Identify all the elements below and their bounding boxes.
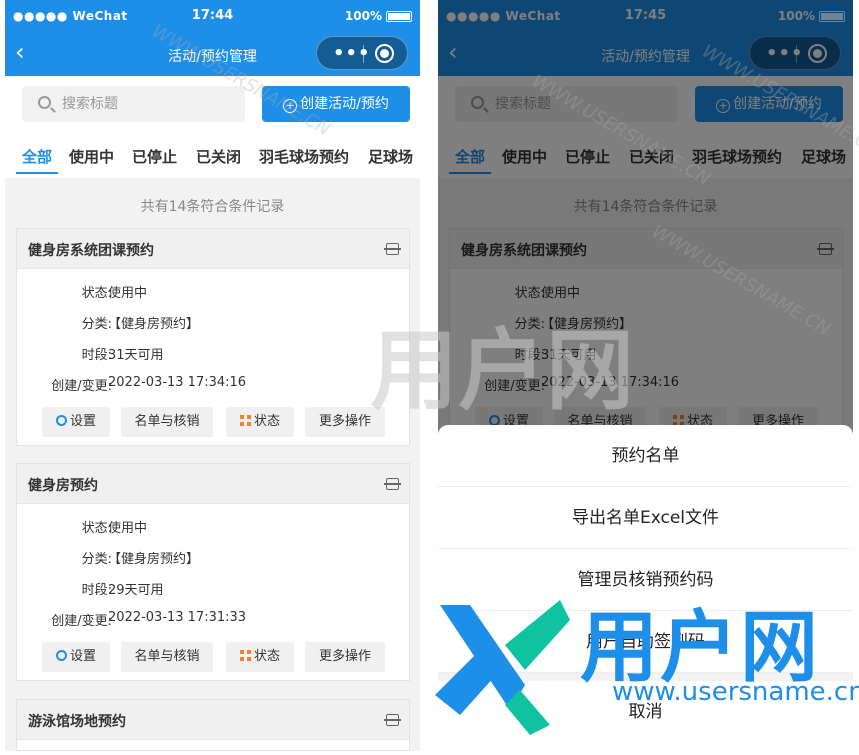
capsule-divider — [363, 45, 364, 63]
gear-icon — [55, 650, 67, 661]
updated-row: 创建/变更: 2022-03-13 17:31:33 — [17, 603, 409, 634]
sheet-divider — [438, 673, 853, 681]
create-button-label: 创建活动/预约 — [300, 96, 389, 112]
activity-card[interactable]: 健身房预约 状态: 使用中 分类: 【健身房预约】 时段: 29天可用 创建/变更: 2… — [16, 463, 410, 681]
sheet-item-self-checkin[interactable]: 用户自助签到码 — [438, 611, 853, 673]
settings-label: 设置 — [69, 414, 96, 429]
status-value: 使用中 — [108, 286, 148, 301]
battery-percent: 100% — [344, 9, 382, 23]
card-title: 健身房预约 — [28, 478, 98, 494]
tab-badminton[interactable]: 羽毛球场预约 — [259, 146, 349, 167]
updated-label: 创建/变更: — [51, 614, 112, 629]
updated-value: 2022-03-13 17:34:16 — [108, 375, 247, 390]
period-row: 时段: 29天可用 — [17, 572, 409, 603]
status-button[interactable]: 状态 — [226, 407, 294, 437]
category-row: 分类:【健身房预约】 — [17, 541, 409, 572]
gear-icon — [55, 415, 67, 426]
status-value: 使用中 — [108, 521, 148, 536]
card-actions: 设置 名单与核销 状态 更多操作 — [17, 634, 409, 680]
sheet-item-export-excel[interactable]: 导出名单Excel文件 — [438, 487, 853, 549]
phone-screen-action-sheet: ●●●●● WeChat 17:45 100% ‹ 活动/预约管理 ••• +创… — [438, 0, 853, 751]
more-actions-button[interactable]: 更多操作 — [305, 642, 385, 672]
period-row: 时段:31天可用 — [17, 337, 409, 368]
tab-closed[interactable]: 已关闭 — [196, 146, 241, 167]
period-value: 31天可用 — [108, 348, 164, 363]
sheet-item-booking-list[interactable]: 预约名单 — [438, 425, 853, 487]
status-button[interactable]: 状态 — [226, 642, 294, 672]
tab-football[interactable]: 足球场 — [368, 146, 413, 167]
settings-button[interactable]: 设置 — [42, 642, 110, 672]
battery-icon — [386, 11, 412, 22]
card-header: 健身房系统团课预约 — [17, 229, 409, 269]
close-miniprogram-icon[interactable] — [375, 44, 394, 63]
nav-bar: ‹ 活动/预约管理 ••• — [5, 32, 420, 76]
sheet-cancel-button[interactable]: 取消 — [438, 681, 853, 743]
card-actions: 设置 名单与核销 状态 更多操作 — [17, 399, 409, 445]
grid-icon — [239, 415, 251, 426]
status-bar: ●●●●● WeChat 17:44 100% — [5, 0, 420, 32]
more-icon[interactable]: ••• — [333, 43, 371, 64]
status-button-label: 状态 — [253, 414, 280, 429]
scan-code-icon[interactable] — [384, 478, 401, 490]
settings-label: 设置 — [69, 649, 96, 664]
category-row: 分类:【健身房预约】 — [17, 306, 409, 337]
roster-button[interactable]: 名单与核销 — [121, 642, 213, 672]
scan-code-icon[interactable] — [384, 714, 401, 726]
card-header: 健身房预约 — [17, 464, 409, 504]
status-row: 状态:使用中 — [17, 275, 409, 306]
category-value: 【健身房预约】 — [108, 317, 200, 332]
status-button-label: 状态 — [253, 649, 280, 664]
miniprogram-capsule: ••• — [316, 36, 408, 70]
search-input[interactable] — [62, 92, 237, 116]
updated-value: 2022-03-13 17:31:33 — [108, 610, 247, 625]
updated-label: 创建/变更: — [51, 379, 112, 394]
search-box — [22, 86, 245, 122]
category-value: 【健身房预约】 — [108, 552, 200, 567]
roster-button[interactable]: 名单与核销 — [121, 407, 213, 437]
create-activity-button[interactable]: +创建活动/预约 — [262, 86, 410, 122]
tab-in-use[interactable]: 使用中 — [69, 146, 114, 167]
status-tabs: 全部 使用中 已停止 已关闭 羽毛球场预约 足球场 — [5, 142, 420, 178]
action-sheet: 预约名单 导出名单Excel文件 管理员核销预约码 用户自助签到码 取消 — [438, 425, 853, 751]
scan-code-icon[interactable] — [384, 243, 401, 255]
phone-screen-list: ●●●●● WeChat 17:44 100% ‹ 活动/预约管理 ••• +创… — [5, 0, 420, 751]
settings-button[interactable]: 设置 — [42, 407, 110, 437]
tab-stopped[interactable]: 已停止 — [132, 146, 177, 167]
activity-card[interactable]: 健身房系统团课预约 状态: 使用中 分类: 【健身房预约】 时段: 31天可用 创建/… — [16, 228, 410, 446]
grid-icon — [239, 650, 251, 661]
search-icon — [38, 96, 51, 109]
updated-row: 创建/变更:2022-03-13 17:34:16 — [17, 368, 409, 399]
more-actions-button[interactable]: 更多操作 — [305, 407, 385, 437]
card-title: 游泳馆场地预约 — [28, 714, 126, 730]
activity-card[interactable]: 游泳馆场地预约 — [16, 699, 410, 751]
sheet-item-admin-verify[interactable]: 管理员核销预约码 — [438, 549, 853, 611]
plus-circle-icon: + — [283, 99, 298, 113]
period-value: 29天可用 — [108, 583, 164, 598]
active-tab-indicator — [16, 172, 58, 174]
card-title: 健身房系统团课预约 — [28, 243, 154, 259]
record-count: 共有14条符合条件记录 — [140, 199, 285, 215]
filter-header: +创建活动/预约 全部 使用中 已停止 已关闭 羽毛球场预约 足球场 — [5, 76, 420, 178]
status-row: 状态:使用中 — [17, 510, 409, 541]
card-header: 游泳馆场地预约 — [17, 700, 409, 740]
tab-all[interactable]: 全部 — [22, 146, 52, 167]
